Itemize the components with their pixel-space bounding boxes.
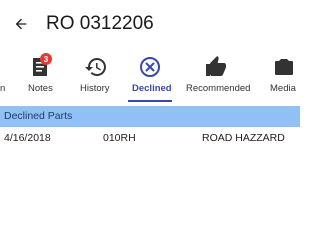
thumbs-up-icon (206, 56, 226, 76)
app-bar: RO 0312206 (0, 0, 300, 50)
tab-notes[interactable]: 3 Notes (22, 50, 58, 102)
active-tab-indicator (128, 100, 172, 102)
tab-label: n (0, 83, 6, 94)
tab-label-declined: Declined (132, 83, 172, 94)
page-title: RO 0312206 (46, 13, 154, 34)
tab-history[interactable]: History (78, 50, 114, 102)
row-date: 4/16/2018 (4, 132, 51, 144)
tab-partial[interactable]: n (0, 50, 8, 102)
tab-label-recommended: Recommended (186, 83, 251, 94)
row-code: 010RH (103, 132, 136, 144)
tab-label-notes: Notes (28, 83, 53, 94)
section-title: Declined Parts (4, 110, 73, 122)
history-icon (85, 58, 106, 76)
declined-icon (140, 57, 160, 77)
tab-media[interactable]: Media (268, 50, 300, 102)
notes-badge: 3 (40, 53, 52, 65)
table-row[interactable]: 4/16/2018 010RH ROAD HAZZARD (0, 128, 300, 148)
arrow-left-icon (15, 18, 27, 30)
row-description: ROAD HAZZARD (202, 132, 285, 144)
tab-bar: n 3 Notes History Declined Recommended M… (0, 50, 300, 102)
tab-declined[interactable]: Declined (128, 50, 172, 102)
tab-label-media: Media (270, 83, 296, 94)
tab-label-history: History (80, 83, 110, 94)
section-header: Declined Parts (0, 106, 300, 127)
back-button[interactable] (8, 11, 34, 37)
camera-icon (275, 59, 293, 75)
tab-recommended[interactable]: Recommended (186, 50, 250, 102)
